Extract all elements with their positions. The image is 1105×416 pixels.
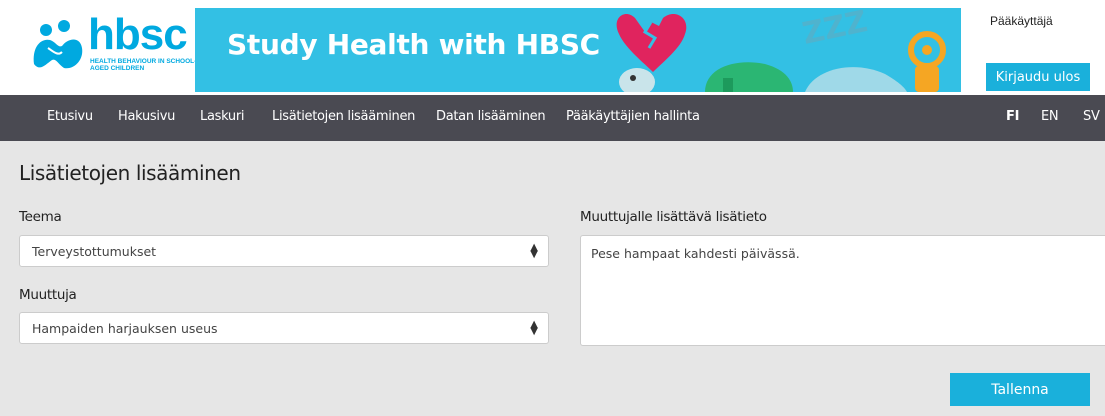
logo-figures-icon bbox=[33, 20, 83, 69]
variable-select-value: Hampaiden harjauksen useus bbox=[32, 320, 218, 336]
theme-select-value: Terveystottumukset bbox=[32, 243, 157, 259]
main-nav: Etusivu Hakusivu Laskuri Lisätietojen li… bbox=[0, 95, 1105, 141]
nav-item-hakusivu[interactable]: Hakusivu bbox=[118, 109, 175, 124]
nav-item-etusivu[interactable]: Etusivu bbox=[47, 109, 93, 124]
nav-item-laskuri[interactable]: Laskuri bbox=[200, 109, 245, 124]
banner-title: Study Health with HBSC bbox=[227, 28, 600, 61]
logout-button[interactable]: Kirjaudu ulos bbox=[986, 63, 1090, 91]
select-arrows-icon: ▲ ▼ bbox=[530, 319, 538, 337]
user-role-label: Pääkäyttäjä bbox=[990, 14, 1053, 28]
nav-item-paakayttajien-hallinta[interactable]: Pääkäyttäjien hallinta bbox=[566, 109, 700, 124]
variable-select[interactable]: Hampaiden harjauksen useus ▲ ▼ bbox=[19, 312, 549, 344]
lang-fi-link[interactable]: FI bbox=[1006, 109, 1019, 124]
nav-item-datan-lisaaminen[interactable]: Datan lisääminen bbox=[436, 109, 546, 124]
lang-sv-link[interactable]: SV bbox=[1083, 109, 1100, 124]
logo-subtext: HEALTH BEHAVIOUR IN SCHOOL-AGED CHILDREN bbox=[90, 58, 197, 72]
select-arrows-icon: ▲ ▼ bbox=[530, 242, 538, 260]
banner-illustration-icon: ZZZ bbox=[616, 8, 946, 92]
hbsc-logo[interactable]: hbsc HEALTH BEHAVIOUR IN SCHOOL-AGED CHI… bbox=[28, 10, 198, 82]
variable-label: Muuttuja bbox=[19, 287, 77, 303]
banner: Study Health with HBSC ZZZ bbox=[195, 8, 961, 92]
info-label: Muuttujalle lisättävä lisätieto bbox=[580, 209, 767, 225]
logo-wordmark: hbsc bbox=[88, 10, 188, 59]
save-button[interactable]: Tallenna bbox=[950, 373, 1090, 406]
theme-select[interactable]: Terveystottumukset ▲ ▼ bbox=[19, 235, 549, 267]
content-area: Lisätietojen lisääminen Teema Terveystot… bbox=[0, 141, 1105, 416]
nav-item-lisatietojen-lisaaminen[interactable]: Lisätietojen lisääminen bbox=[272, 109, 415, 124]
info-textarea[interactable]: Pese hampaat kahdesti päivässä. bbox=[580, 235, 1105, 346]
lang-en-link[interactable]: EN bbox=[1041, 109, 1059, 124]
theme-label: Teema bbox=[19, 209, 62, 225]
svg-text:ZZZ: ZZZ bbox=[799, 8, 870, 52]
header: hbsc HEALTH BEHAVIOUR IN SCHOOL-AGED CHI… bbox=[0, 0, 1105, 96]
page-title: Lisätietojen lisääminen bbox=[19, 161, 241, 185]
